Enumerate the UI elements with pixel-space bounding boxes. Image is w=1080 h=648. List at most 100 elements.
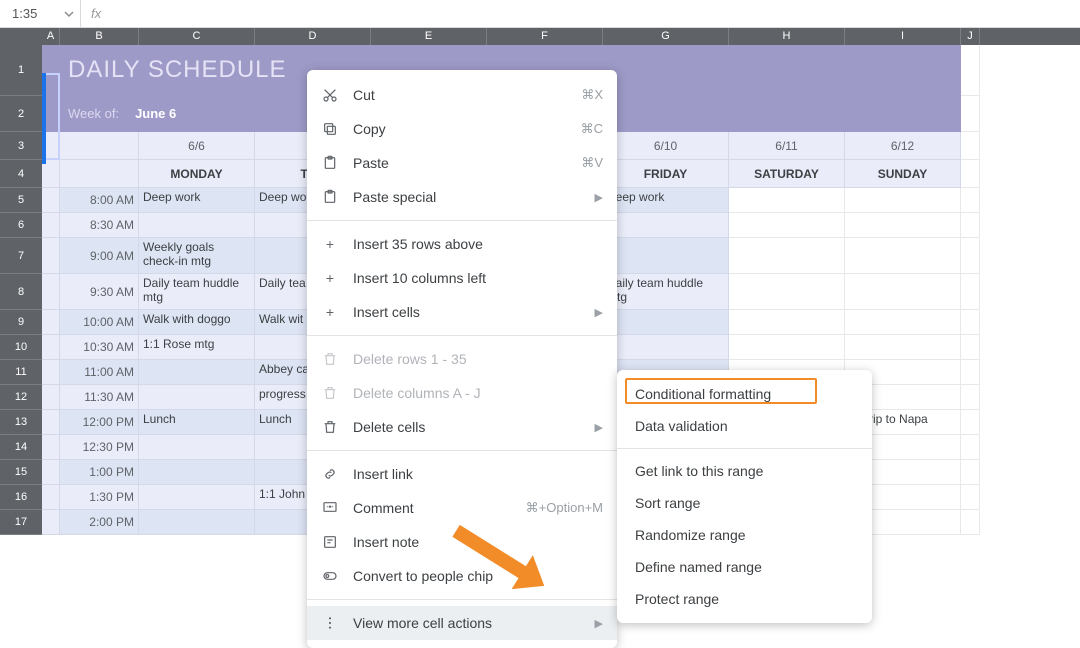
row-header[interactable]: 6	[0, 213, 42, 238]
cell[interactable]: 1:1 Rose mtg	[139, 335, 255, 360]
menu-delete-cols[interactable]: Delete columns A - J	[307, 376, 617, 410]
cell[interactable]	[139, 435, 255, 460]
menu-delete-cells[interactable]: Delete cells ▶	[307, 410, 617, 444]
cell[interactable]	[603, 213, 729, 238]
date-sat[interactable]: 6/11	[729, 132, 845, 160]
cell[interactable]	[42, 460, 60, 485]
col-header-H[interactable]: H	[729, 28, 845, 45]
cell[interactable]	[42, 310, 60, 335]
cell[interactable]: Deep work	[603, 188, 729, 213]
cell[interactable]	[139, 460, 255, 485]
day-mon[interactable]: MONDAY	[139, 160, 255, 188]
cell[interactable]	[42, 96, 60, 132]
menu-insert-cols[interactable]: + Insert 10 columns left	[307, 261, 617, 295]
cell[interactable]	[961, 460, 980, 485]
cell[interactable]	[729, 213, 845, 238]
cell[interactable]	[961, 335, 980, 360]
col-header-E[interactable]: E	[371, 28, 487, 45]
select-all-corner[interactable]	[0, 28, 42, 45]
cell[interactable]	[42, 274, 60, 310]
time-cell[interactable]: 12:30 PM	[60, 435, 139, 460]
row-header[interactable]: 17	[0, 510, 42, 535]
menu-cut[interactable]: Cut ⌘X	[307, 78, 617, 112]
cell[interactable]	[42, 160, 60, 188]
time-cell[interactable]: 9:00 AM	[60, 238, 139, 274]
time-cell[interactable]: 9:30 AM	[60, 274, 139, 310]
row-header[interactable]: 9	[0, 310, 42, 335]
menu-paste[interactable]: Paste ⌘V	[307, 146, 617, 180]
menu-copy[interactable]: Copy ⌘C	[307, 112, 617, 146]
cell[interactable]	[729, 188, 845, 213]
cell[interactable]: Lunch	[139, 410, 255, 435]
submenu-sort-range[interactable]: Sort range	[617, 487, 872, 519]
menu-delete-rows[interactable]: Delete rows 1 - 35	[307, 342, 617, 376]
cell[interactable]	[729, 335, 845, 360]
cell[interactable]	[961, 188, 980, 213]
day-fri[interactable]: FRIDAY	[603, 160, 729, 188]
cell[interactable]	[961, 274, 980, 310]
menu-view-more[interactable]: View more cell actions ▶	[307, 606, 617, 640]
cell[interactable]	[42, 360, 60, 385]
cell[interactable]	[603, 238, 729, 274]
row-header[interactable]: 16	[0, 485, 42, 510]
cell[interactable]	[961, 435, 980, 460]
name-box[interactable]: 1:35	[0, 6, 80, 21]
menu-insert-cells[interactable]: + Insert cells ▶	[307, 295, 617, 329]
cell[interactable]	[42, 485, 60, 510]
time-cell[interactable]: 12:00 PM	[60, 410, 139, 435]
cell[interactable]: Walk with doggo	[139, 310, 255, 335]
cell[interactable]	[845, 188, 961, 213]
row-header[interactable]: 14	[0, 435, 42, 460]
submenu-define-named-range[interactable]: Define named range	[617, 551, 872, 583]
cell[interactable]	[42, 188, 60, 213]
submenu-randomize-range[interactable]: Randomize range	[617, 519, 872, 551]
day-sun[interactable]: SUNDAY	[845, 160, 961, 188]
row-header[interactable]: 8	[0, 274, 42, 310]
row-header[interactable]: 5	[0, 188, 42, 213]
col-header-C[interactable]: C	[139, 28, 255, 45]
cell[interactable]	[42, 510, 60, 535]
menu-comment[interactable]: Comment ⌘+Option+M	[307, 491, 617, 525]
cell[interactable]	[961, 410, 980, 435]
col-header-F[interactable]: F	[487, 28, 603, 45]
submenu-data-validation[interactable]: Data validation	[617, 410, 872, 442]
row-header[interactable]: 13	[0, 410, 42, 435]
row-header[interactable]: 10	[0, 335, 42, 360]
cell[interactable]	[845, 213, 961, 238]
cell[interactable]	[845, 238, 961, 274]
time-cell[interactable]: 8:30 AM	[60, 213, 139, 238]
col-header-G[interactable]: G	[603, 28, 729, 45]
cell[interactable]	[961, 45, 980, 96]
cell[interactable]	[961, 96, 980, 132]
cell[interactable]: Daily team huddle mtg	[139, 274, 255, 310]
menu-insert-rows[interactable]: + Insert 35 rows above	[307, 227, 617, 261]
day-sat[interactable]: SATURDAY	[729, 160, 845, 188]
cell[interactable]	[961, 360, 980, 385]
col-header-D[interactable]: D	[255, 28, 371, 45]
cell[interactable]	[961, 213, 980, 238]
cell[interactable]	[845, 310, 961, 335]
row-header[interactable]: 12	[0, 385, 42, 410]
menu-people-chip[interactable]: Convert to people chip	[307, 559, 617, 593]
row-header[interactable]: 7	[0, 238, 42, 274]
cell[interactable]	[139, 385, 255, 410]
col-header-I[interactable]: I	[845, 28, 961, 45]
cell[interactable]	[961, 385, 980, 410]
menu-paste-special[interactable]: Paste special ▶	[307, 180, 617, 214]
time-cell[interactable]: 10:00 AM	[60, 310, 139, 335]
cell[interactable]	[729, 310, 845, 335]
cell[interactable]	[845, 274, 961, 310]
row-header[interactable]: 15	[0, 460, 42, 485]
cell[interactable]	[60, 132, 139, 160]
cell[interactable]	[42, 45, 60, 96]
row-header[interactable]: 1	[0, 45, 42, 96]
row-header[interactable]: 2	[0, 96, 42, 132]
menu-insert-note[interactable]: Insert note	[307, 525, 617, 559]
cell[interactable]	[42, 385, 60, 410]
cell[interactable]	[961, 310, 980, 335]
submenu-get-link[interactable]: Get link to this range	[617, 455, 872, 487]
time-cell[interactable]: 1:00 PM	[60, 460, 139, 485]
cell[interactable]	[961, 485, 980, 510]
date-fri[interactable]: 6/10	[603, 132, 729, 160]
time-cell[interactable]: 1:30 PM	[60, 485, 139, 510]
